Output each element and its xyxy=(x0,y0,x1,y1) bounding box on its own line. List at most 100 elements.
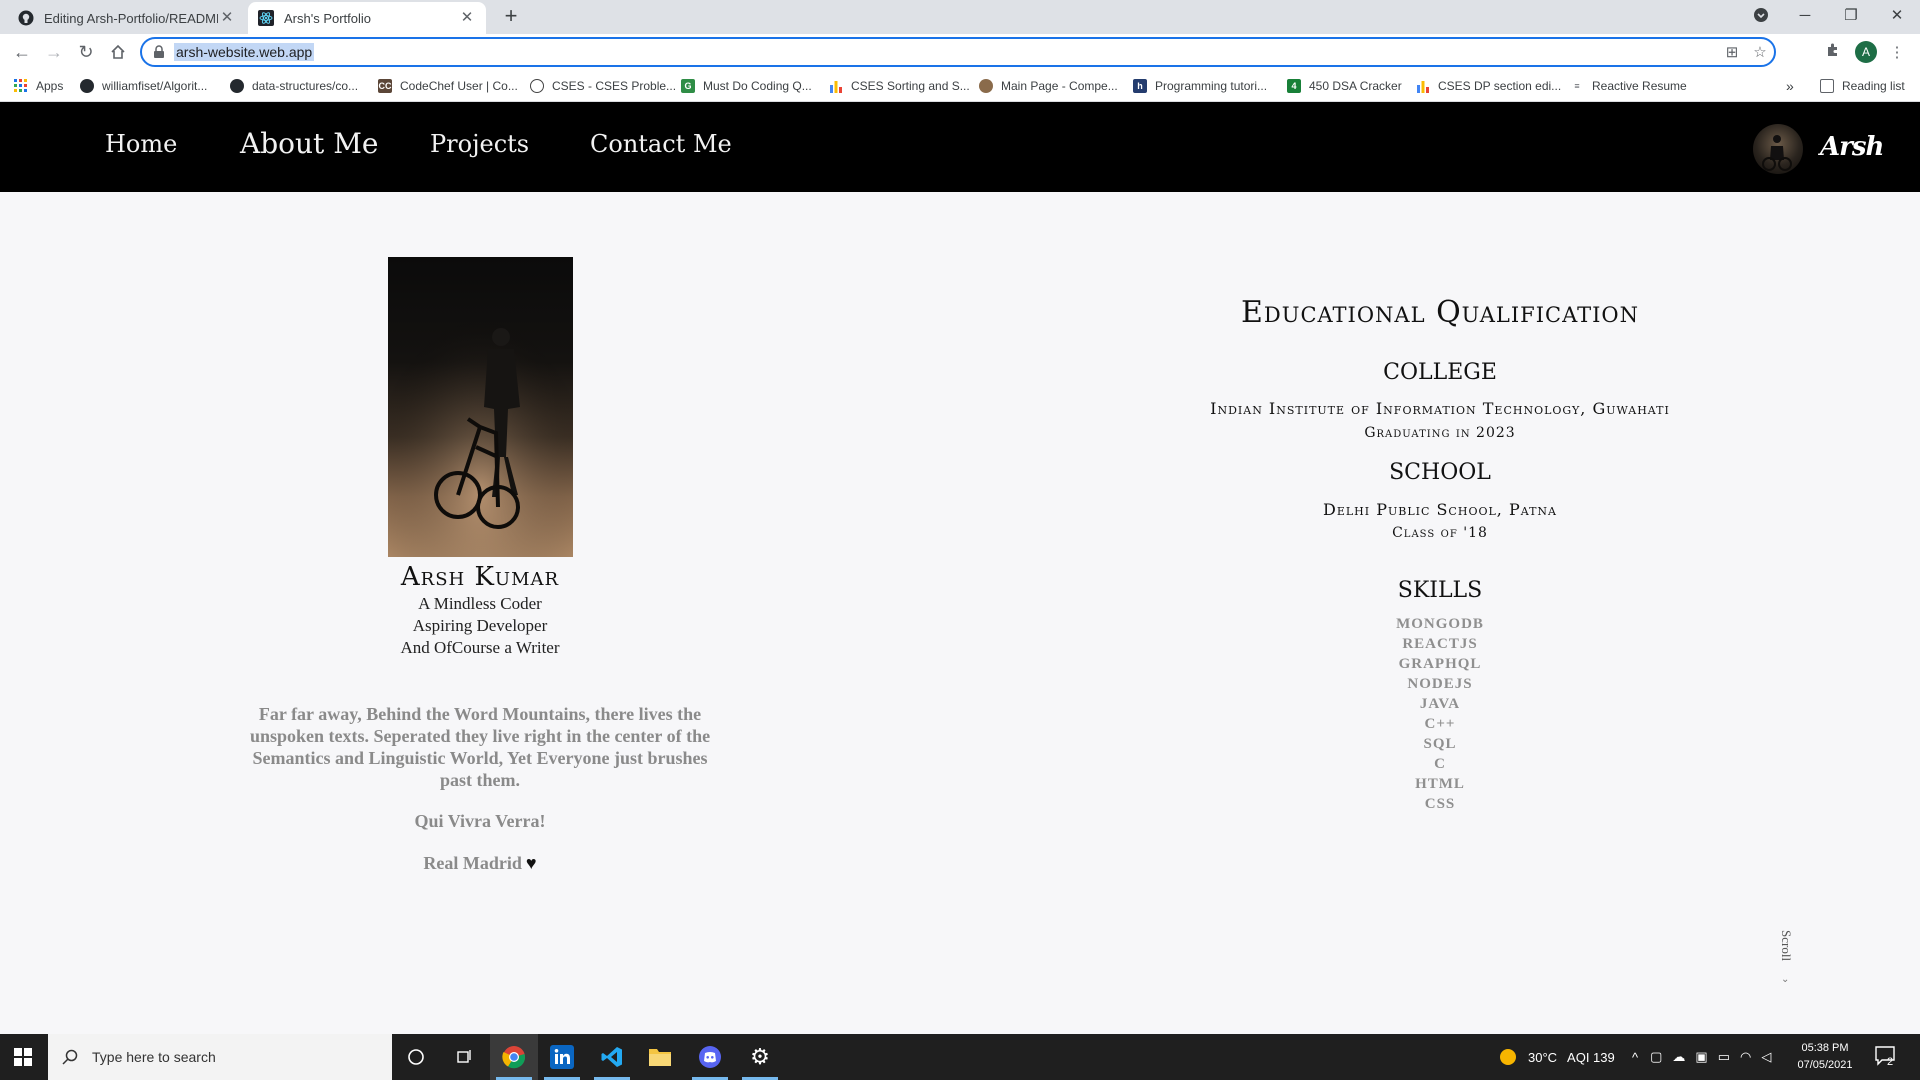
browser-toolbar: ← → ↻ arsh-website.web.app ⊞ ☆ A ⋮ xyxy=(0,34,1920,70)
bookmark-label: Apps xyxy=(36,79,64,93)
college-heading: COLLEGE xyxy=(1383,360,1497,385)
task-view-button[interactable] xyxy=(440,1034,488,1080)
url-text[interactable]: arsh-website.web.app xyxy=(174,43,315,61)
bookmarks-bar: Apps williamfiset/Algorit... data-struct… xyxy=(0,70,1920,102)
nav-home[interactable]: Home xyxy=(105,130,177,158)
forward-button[interactable]: → xyxy=(40,38,68,66)
bookmark-item[interactable]: CSES DP section edi... xyxy=(1416,77,1561,95)
close-icon[interactable]: ✕ xyxy=(218,9,236,27)
search-placeholder: Type here to search xyxy=(92,1049,216,1065)
bookmark-label: CSES - CSES Proble... xyxy=(552,79,677,93)
reading-list-button[interactable]: Reading list xyxy=(1820,77,1905,95)
minimize-button[interactable]: ─ xyxy=(1782,0,1828,30)
weather-widget[interactable]: 30°C AQI 139 xyxy=(1498,1034,1615,1080)
skill-item: HTML xyxy=(1415,776,1465,792)
bookmark-item[interactable]: 4 450 DSA Cracker xyxy=(1287,77,1402,95)
close-window-button[interactable]: ✕ xyxy=(1874,0,1920,30)
back-button[interactable]: ← xyxy=(8,38,36,66)
tab-search-icon[interactable] xyxy=(1738,0,1784,30)
close-icon[interactable]: ✕ xyxy=(458,9,476,27)
clock-date: 07/05/2021 xyxy=(1797,1059,1853,1071)
install-app-icon[interactable]: ⊞ xyxy=(1722,43,1742,63)
cp-icon xyxy=(979,79,993,93)
restore-button[interactable]: ❐ xyxy=(1828,0,1874,30)
chevron-up-icon[interactable]: ^ xyxy=(1632,1050,1638,1065)
tab-title: Arsh's Portfolio xyxy=(284,10,372,26)
chart-icon xyxy=(1416,79,1430,93)
volume-icon[interactable]: ◁ xyxy=(1761,1049,1771,1065)
address-bar[interactable]: arsh-website.web.app ⊞ ☆ xyxy=(140,37,1776,67)
bookmark-item[interactable]: CSES - CSES Proble... xyxy=(530,77,676,95)
bookmark-label: CodeChef User | Co... xyxy=(400,79,518,93)
gear-icon: ⚙ xyxy=(750,1044,770,1069)
bookmark-item[interactable]: h Programming tutori... xyxy=(1133,77,1267,95)
wifi-icon[interactable]: ◠ xyxy=(1740,1049,1751,1065)
extensions-icon[interactable] xyxy=(1822,42,1844,64)
hackerrank-icon: h xyxy=(1133,79,1147,93)
nav-about-me[interactable]: About Me xyxy=(240,127,378,160)
sheet-icon: 4 xyxy=(1287,79,1301,93)
skill-item: REACTJS xyxy=(1402,636,1478,652)
home-icon xyxy=(111,44,125,59)
cortana-button[interactable] xyxy=(392,1034,440,1080)
motto-text: Qui Vivra Verra! xyxy=(414,811,546,831)
main-content: Arsh Kumar A Mindless Coder Aspiring Dev… xyxy=(0,192,1920,1034)
college-detail: Graduating in 2023 xyxy=(1364,425,1516,441)
taskbar-search[interactable]: Type here to search xyxy=(48,1034,392,1080)
lock-icon xyxy=(154,45,164,58)
notifications-button[interactable]: 2 xyxy=(1874,1044,1900,1070)
new-tab-button[interactable]: + xyxy=(498,4,524,30)
profile-avatar[interactable]: A xyxy=(1855,41,1877,63)
club-text: Real Madrid xyxy=(423,853,522,873)
school-detail: Class of '18 xyxy=(1392,525,1488,541)
profile-name: Arsh Kumar xyxy=(400,562,560,592)
heart-icon: ♥ xyxy=(525,853,537,873)
bookmark-label: williamfiset/Algorit... xyxy=(102,79,208,93)
taskbar-chrome[interactable] xyxy=(490,1034,538,1080)
tab-portfolio[interactable]: Arsh's Portfolio ✕ xyxy=(248,2,486,34)
bookmark-item[interactable]: CSES Sorting and S... xyxy=(829,77,970,95)
taskbar-vscode[interactable] xyxy=(588,1034,636,1080)
reading-list-label: Reading list xyxy=(1842,79,1905,93)
taskbar-settings[interactable]: ⚙ xyxy=(736,1034,784,1080)
display-icon[interactable]: ▣ xyxy=(1695,1049,1707,1065)
tab-readme[interactable]: Editing Arsh-Portfolio/README.m ✕ xyxy=(8,2,246,34)
scroll-hint[interactable]: Scroll ⌄ xyxy=(1776,930,1796,990)
onedrive-icon[interactable]: ☁ xyxy=(1672,1049,1685,1065)
tagline: Aspiring Developer xyxy=(412,616,548,635)
weather-sun-icon xyxy=(1500,1049,1516,1065)
meet-now-icon[interactable]: ▢ xyxy=(1650,1049,1662,1065)
notification-count: 2 xyxy=(1887,1056,1894,1068)
site-logo[interactable]: Arsh xyxy=(1820,132,1884,162)
bookmark-item[interactable]: G Must Do Coding Q... xyxy=(681,77,812,95)
taskbar-file-explorer[interactable] xyxy=(636,1034,684,1080)
vscode-icon xyxy=(601,1047,622,1067)
bookmarks-overflow-button[interactable]: » xyxy=(1786,77,1794,95)
bookmark-item[interactable]: ≡ Reactive Resume xyxy=(1570,77,1686,95)
start-button[interactable] xyxy=(0,1034,46,1080)
home-button[interactable] xyxy=(104,38,132,66)
bookmark-star-icon[interactable]: ☆ xyxy=(1750,43,1770,63)
bookmark-label: Must Do Coding Q... xyxy=(703,79,812,93)
clock-time: 05:38 PM xyxy=(1801,1042,1849,1054)
tagline: A Mindless Coder xyxy=(418,594,542,613)
taskbar-linkedin[interactable] xyxy=(538,1034,586,1080)
bookmark-label: data-structures/co... xyxy=(252,79,359,93)
windows-icon xyxy=(14,1048,32,1066)
nav-projects[interactable]: Projects xyxy=(430,130,529,158)
taskbar-discord[interactable] xyxy=(686,1034,734,1080)
bookmark-item[interactable]: data-structures/co... xyxy=(230,77,358,95)
bookmark-item[interactable]: CC CodeChef User | Co... xyxy=(378,77,518,95)
taskbar-clock[interactable]: 05:38 PM 07/05/2021 xyxy=(1790,1040,1860,1074)
bookmark-item[interactable]: williamfiset/Algorit... xyxy=(80,77,207,95)
reload-button[interactable]: ↻ xyxy=(72,38,100,66)
bookmark-item[interactable]: Main Page - Compe... xyxy=(979,77,1118,95)
nav-contact-me[interactable]: Contact Me xyxy=(590,130,732,158)
tray-icons: ^ ▢ ☁ ▣ ▭ ◠ ◁ xyxy=(1632,1034,1771,1080)
codechef-icon: CC xyxy=(378,79,392,93)
bookmark-apps[interactable]: Apps xyxy=(14,77,63,95)
bookmark-label: Programming tutori... xyxy=(1155,79,1268,93)
battery-icon[interactable]: ▭ xyxy=(1718,1049,1730,1065)
menu-kebab-icon[interactable]: ⋮ xyxy=(1886,42,1908,64)
nav-avatar[interactable] xyxy=(1753,124,1803,174)
